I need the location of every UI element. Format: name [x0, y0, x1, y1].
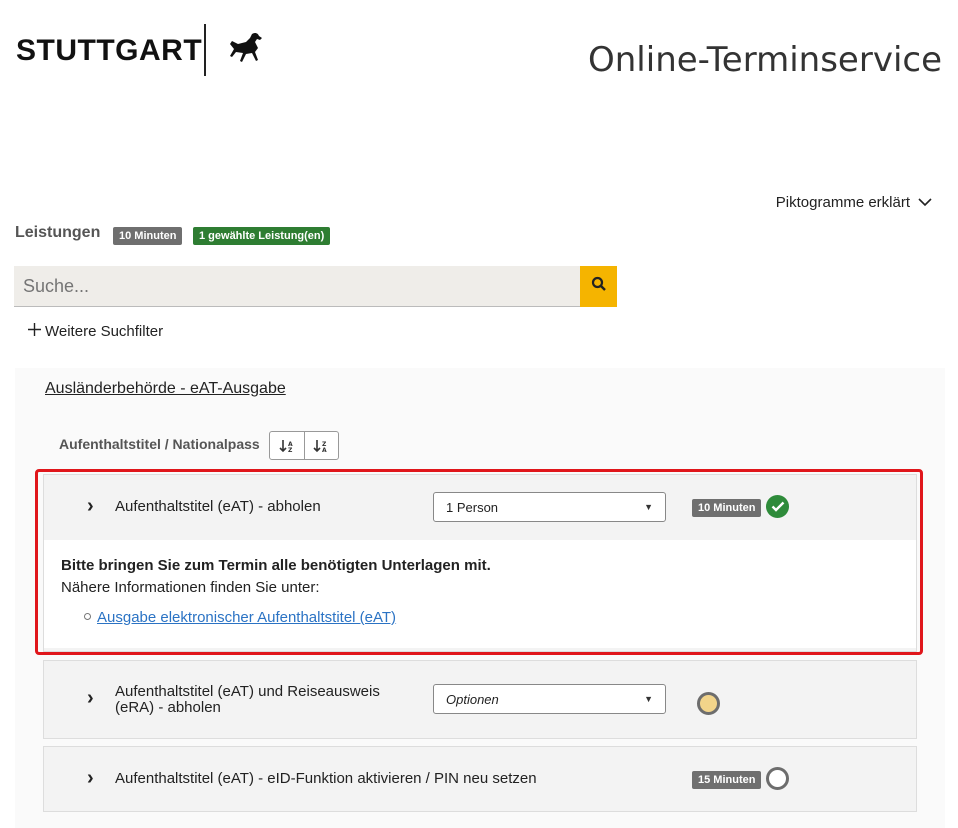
select-value: Optionen [446, 691, 499, 707]
pictograms-label: Piktogramme erklärt [775, 194, 910, 211]
pictograms-toggle[interactable]: Piktogramme erklärt [776, 194, 932, 211]
horse-logo-icon [222, 30, 266, 75]
caret-down-icon: ▼ [644, 694, 653, 704]
more-filters-label: Weitere Suchfilter [45, 323, 164, 340]
chevron-right-icon[interactable]: › [87, 687, 94, 710]
service-label[interactable]: Aufenthaltstitel (eAT) und Reiseausweis … [115, 684, 380, 716]
sort-ascending-button[interactable]: A Z [270, 432, 304, 459]
chevron-down-icon [918, 194, 932, 211]
plus-icon [28, 323, 41, 340]
sort-descending-button[interactable]: Z A [303, 432, 339, 459]
search-box [14, 266, 580, 307]
services-title: Leistungen [15, 224, 101, 241]
service-label[interactable]: Aufenthaltstitel (eAT) - eID-Funktion ak… [115, 771, 537, 787]
highlight-frame [35, 469, 923, 655]
site-title: Online-Terminservice [587, 40, 942, 80]
chevron-right-icon[interactable]: › [87, 767, 94, 790]
sort-ascending-icon: A Z [279, 439, 293, 453]
search-button[interactable] [580, 266, 617, 307]
sort-buttons: A Z Z A [269, 431, 339, 460]
more-filters-toggle[interactable]: Weitere Suchfilter [28, 323, 163, 340]
group-title: Aufenthaltstitel / Nationalpass [59, 436, 260, 452]
sort-descending-icon: Z A [313, 439, 327, 453]
logo-divider [204, 24, 206, 76]
search-icon [591, 276, 607, 297]
empty-status-icon[interactable] [766, 767, 789, 790]
options-select[interactable]: Optionen ▼ [433, 684, 666, 714]
selected-count-badge: 1 gewählte Leistung(en) [193, 227, 331, 245]
partial-status-icon[interactable] [697, 692, 720, 715]
svg-text:A: A [322, 447, 327, 453]
category-link[interactable]: Ausländerbehörde - eAT-Ausgabe [45, 380, 286, 398]
total-duration-badge: 10 Minuten [113, 227, 183, 245]
service-label-line: (eRA) - abholen [115, 699, 221, 716]
stuttgart-logo: STUTTGART [16, 34, 203, 67]
search-input[interactable] [14, 266, 580, 306]
duration-badge: 15 Minuten [692, 771, 762, 789]
service-label-line: Aufenthaltstitel (eAT) und Reiseausweis [115, 683, 380, 700]
svg-text:Z: Z [288, 447, 293, 453]
